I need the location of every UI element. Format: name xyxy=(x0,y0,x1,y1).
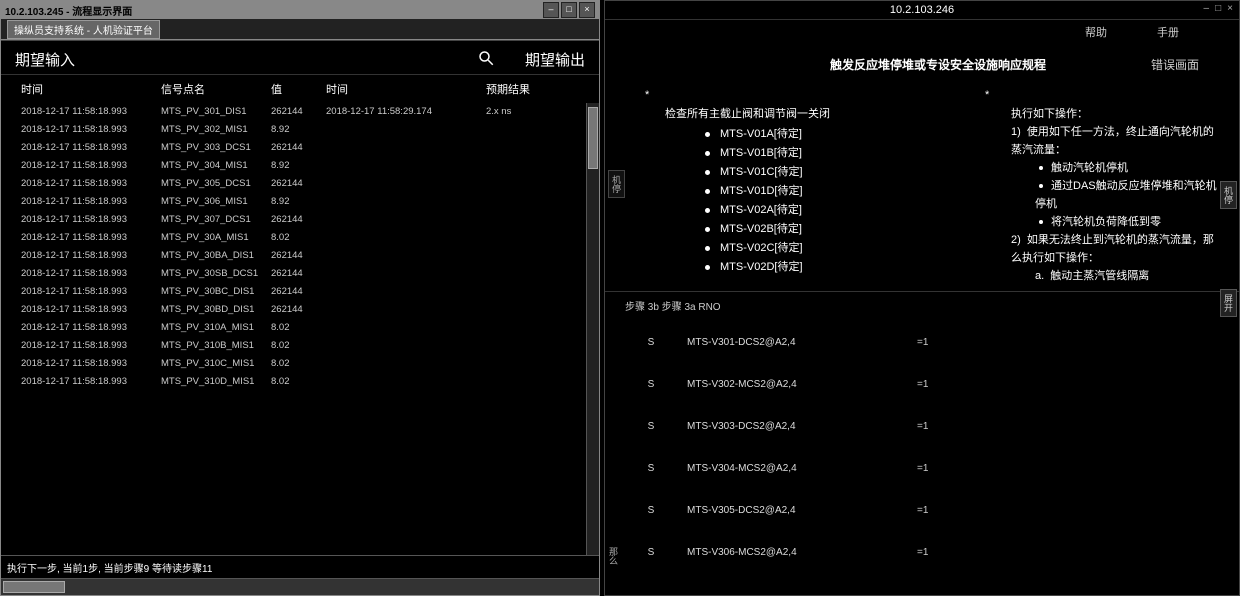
table-row[interactable]: 2018-12-17 11:58:18.993MTS_PV_305_DCS126… xyxy=(1,175,586,193)
pane-title-output: 期望输出 xyxy=(525,49,585,70)
valve-item: MTS-V01A[待定] xyxy=(665,125,965,144)
left-subtitle: 操纵员支持系统 - 人机验证平台 xyxy=(7,20,160,39)
th-time: 时间 xyxy=(21,81,161,97)
side-tab-b[interactable]: 屏开 xyxy=(1220,289,1237,317)
valve-section-title: 检查所有主截止阀和调节阀一关闭 xyxy=(665,105,965,121)
menu-manual[interactable]: 手册 xyxy=(1157,24,1179,46)
doc-title: 触发反应堆停堆或专设安全设施响应规程 xyxy=(725,56,1151,73)
step-info: 步骤 3b 步骤 3a RNO xyxy=(605,292,1239,321)
hscroll-thumb[interactable] xyxy=(3,581,65,593)
table-row[interactable]: 2018-12-17 11:58:18.993MTS_PV_30SB_DCS12… xyxy=(1,265,586,283)
table-row[interactable]: 2018-12-17 11:58:18.993MTS_PV_304_MIS18.… xyxy=(1,157,586,175)
table-row[interactable]: 2018-12-17 11:58:18.993MTS_PV_310D_MIS18… xyxy=(1,373,586,391)
table-headers: 时间 信号点名 值 时间 预期结果 xyxy=(1,75,599,103)
right-title-ip: 10.2.103.246 xyxy=(890,4,954,16)
maximize-icon[interactable]: □ xyxy=(1215,3,1221,14)
table-row[interactable]: 2018-12-17 11:58:18.993MTS_PV_303_DCS126… xyxy=(1,139,586,157)
mid-side-tab[interactable]: 机停 xyxy=(608,170,625,198)
minimize-icon[interactable]: – xyxy=(543,2,559,18)
instr-title: 执行如下操作： xyxy=(1005,105,1219,123)
valve-section: * 检查所有主截止阀和调节阀一关闭 MTS-V01A[待定]MTS-V01B[待… xyxy=(665,89,965,285)
valve-item: MTS-V01C[待定] xyxy=(665,163,965,182)
instr-1: 1) 使用如下任一方法，终止通向汽轮机的蒸汽流量： xyxy=(1005,123,1219,159)
table-row[interactable]: 2018-12-17 11:58:18.993MTS_PV_310A_MIS18… xyxy=(1,319,586,337)
vertical-scrollbar[interactable] xyxy=(586,103,599,555)
action-row[interactable]: SMTS-V303-DCS2@A2,4=1 xyxy=(645,405,1219,447)
minimize-icon[interactable]: – xyxy=(1204,3,1210,14)
close-icon[interactable]: × xyxy=(1227,3,1233,14)
error-screen-link[interactable]: 错误画面 xyxy=(1151,56,1199,73)
menu-help[interactable]: 帮助 xyxy=(1085,24,1107,46)
side-tab-a[interactable]: 机停 xyxy=(1220,181,1237,209)
close-icon[interactable]: × xyxy=(579,2,595,18)
doc-header: 触发反应堆停堆或专设安全设施响应规程 错误画面 xyxy=(605,50,1239,79)
status-text: 执行下一步, 当前1步, 当前步骤9 等待读步骤11 xyxy=(7,560,212,575)
table-body: 2018-12-17 11:58:18.993MTS_PV_301_DIS126… xyxy=(1,103,599,555)
valve-item: MTS-V01D[待定] xyxy=(665,182,965,201)
table-row[interactable]: 2018-12-17 11:58:18.993MTS_PV_301_DIS126… xyxy=(1,103,586,121)
instr-1a: 触动汽轮机停机 xyxy=(1005,159,1219,177)
right-window: 10.2.103.246 – □ × 帮助 手册 触发反应堆停堆或专设安全设施响… xyxy=(604,0,1240,596)
left-titlebar[interactable]: 10.2.103.245 - 流程显示界面 – □ × xyxy=(1,1,599,19)
table-row[interactable]: 2018-12-17 11:58:18.993MTS_PV_30BC_DIS12… xyxy=(1,283,586,301)
valve-item: MTS-V02C[待定] xyxy=(665,239,965,258)
table-row[interactable]: 2018-12-17 11:58:18.993MTS_PV_306_MIS18.… xyxy=(1,193,586,211)
action-row[interactable]: SMTS-V304-MCS2@A2,4=1 xyxy=(645,447,1219,489)
valve-item: MTS-V02D[待定] xyxy=(665,258,965,277)
action-row[interactable]: SMTS-V306-MCS2@A2,4=1 xyxy=(645,531,1219,573)
table-row[interactable]: 2018-12-17 11:58:18.993MTS_PV_30BA_DIS12… xyxy=(1,247,586,265)
right-titlebar[interactable]: 10.2.103.246 – □ × xyxy=(605,1,1239,20)
action-row[interactable]: SMTS-V301-DCS2@A2,4=1 xyxy=(645,321,1219,363)
instr-2a: a. 触动主蒸汽管线隔离 xyxy=(1005,267,1219,285)
table-row[interactable]: 2018-12-17 11:58:18.993MTS_PV_310B_MIS18… xyxy=(1,337,586,355)
action-row[interactable]: SMTS-V302-MCS2@A2,4=1 xyxy=(645,363,1219,405)
side-label: 那么 xyxy=(607,547,620,565)
instr-2: 2) 如果无法终止到汽轮机的蒸汽流量，那么执行如下操作： xyxy=(1005,231,1219,267)
maximize-icon[interactable]: □ xyxy=(561,2,577,18)
left-window: 10.2.103.245 - 流程显示界面 – □ × 操纵员支持系统 - 人机… xyxy=(0,0,600,596)
scrollbar-thumb[interactable] xyxy=(588,107,598,169)
search-icon[interactable] xyxy=(477,49,495,70)
left-pane-header: 期望输入 期望输出 xyxy=(1,41,599,75)
th-time2: 时间 xyxy=(326,81,486,97)
table-row[interactable]: 2018-12-17 11:58:18.993MTS_PV_310C_MIS18… xyxy=(1,355,586,373)
th-value: 值 xyxy=(271,81,326,97)
valve-item: MTS-V02B[待定] xyxy=(665,220,965,239)
left-subtitle-bar: 操纵员支持系统 - 人机验证平台 xyxy=(1,19,599,40)
left-title: 10.2.103.245 - 流程显示界面 xyxy=(5,3,132,18)
table-row[interactable]: 2018-12-17 11:58:18.993MTS_PV_30A_MIS18.… xyxy=(1,229,586,247)
th-point: 信号点名 xyxy=(161,81,271,97)
instruction-section: * 执行如下操作： 1) 使用如下任一方法，终止通向汽轮机的蒸汽流量： 触动汽轮… xyxy=(1005,89,1219,285)
action-list: SMTS-V301-DCS2@A2,4=1SMTS-V302-MCS2@A2,4… xyxy=(605,321,1239,595)
table-row[interactable]: 2018-12-17 11:58:18.993MTS_PV_30BD_DIS12… xyxy=(1,301,586,319)
action-row[interactable]: SMTS-V305-DCS2@A2,4=1 xyxy=(645,489,1219,531)
status-bar: 执行下一步, 当前1步, 当前步骤9 等待读步骤11 xyxy=(1,555,599,578)
pane-title-input: 期望输入 xyxy=(15,49,75,70)
right-menu: 帮助 手册 xyxy=(605,20,1239,50)
instr-1c: 将汽轮机负荷降低到零 xyxy=(1005,213,1219,231)
th-result: 预期结果 xyxy=(486,81,587,97)
instr-1b: 通过DAS触动反应堆停堆和汽轮机停机 xyxy=(1005,177,1219,213)
valve-item: MTS-V01B[待定] xyxy=(665,144,965,163)
table-row[interactable]: 2018-12-17 11:58:18.993MTS_PV_302_MIS18.… xyxy=(1,121,586,139)
valve-item: MTS-V02A[待定] xyxy=(665,201,965,220)
doc-upper: * 检查所有主截止阀和调节阀一关闭 MTS-V01A[待定]MTS-V01B[待… xyxy=(605,79,1239,292)
table-row[interactable]: 2018-12-17 11:58:18.993MTS_PV_307_DCS126… xyxy=(1,211,586,229)
horizontal-scrollbar[interactable] xyxy=(1,578,599,595)
